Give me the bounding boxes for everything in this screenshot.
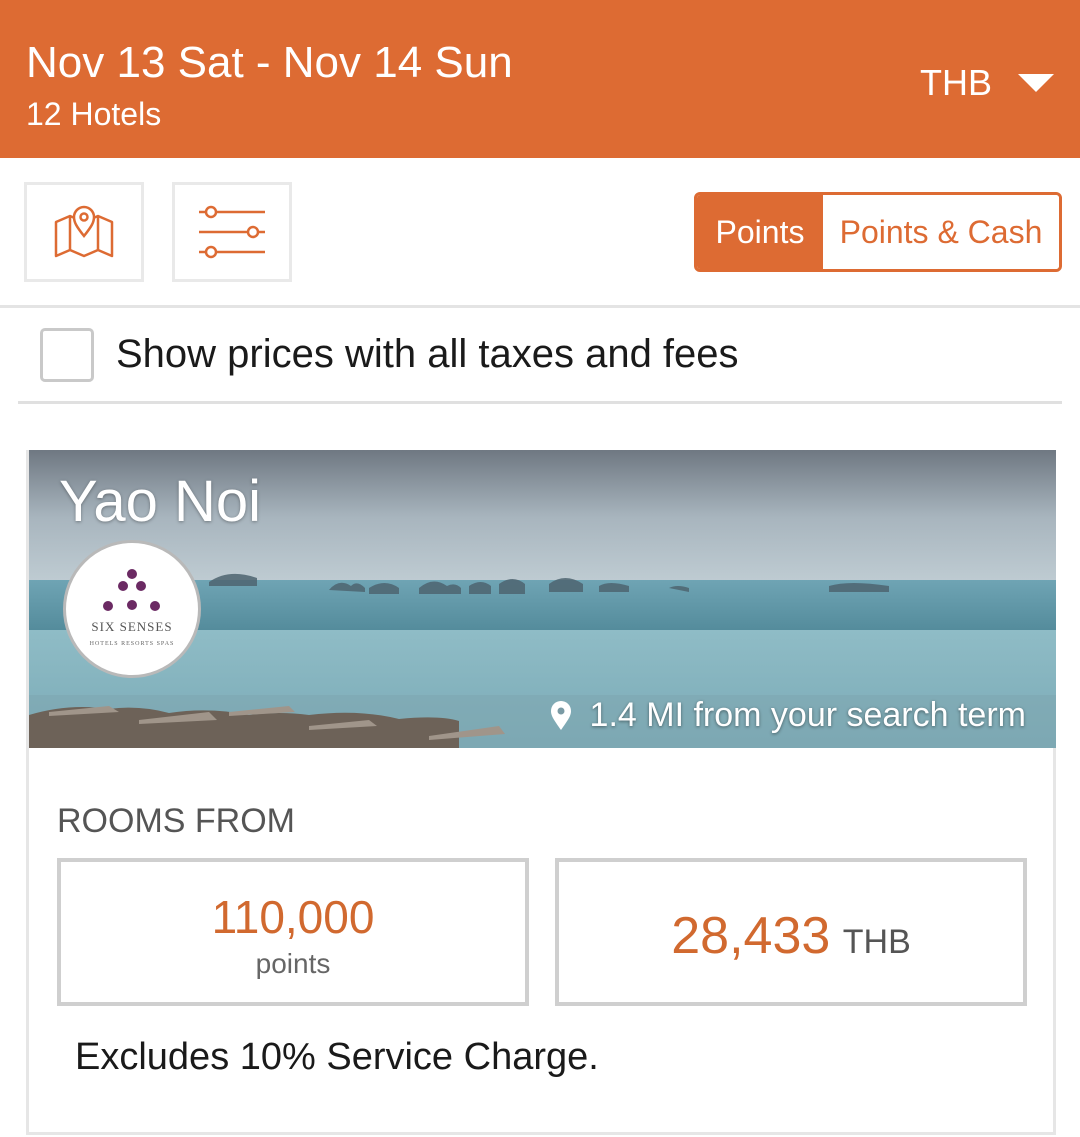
- cash-currency: THB: [842, 923, 911, 961]
- hotel-hero-image[interactable]: Yao Noi SIX SENSES HOTELS RESORTS SPAS 1…: [29, 450, 1056, 748]
- hotel-card[interactable]: Yao Noi SIX SENSES HOTELS RESORTS SPAS 1…: [26, 450, 1056, 1135]
- points-price-option[interactable]: 110,000 points: [57, 858, 529, 1006]
- hotel-brand-logo: SIX SENSES HOTELS RESORTS SPAS: [63, 540, 201, 678]
- currency-code: THB: [920, 62, 992, 103]
- tax-option-row: Show prices with all taxes and fees: [18, 308, 1062, 404]
- chevron-down-icon: [1018, 74, 1054, 92]
- location-pin-icon: [550, 700, 571, 730]
- cash-price-wrap: 28,433 THB: [559, 906, 1023, 966]
- tax-checkbox-label[interactable]: Show prices with all taxes and fees: [116, 332, 739, 377]
- service-charge-note: Excludes 10% Service Charge.: [75, 1036, 599, 1078]
- hotel-count: 12 Hotels: [26, 96, 162, 132]
- sliders-icon: [199, 205, 265, 259]
- brand-tagline: HOTELS RESORTS SPAS: [89, 641, 175, 647]
- brand-name: SIX SENSES: [91, 619, 173, 634]
- currency-selector[interactable]: THB: [920, 62, 1054, 104]
- hotel-distance: 1.4 MI from your search term: [550, 696, 1026, 735]
- results-toolbar: Points Points & Cash: [0, 158, 1080, 308]
- rooms-from-label: ROOMS FROM: [57, 802, 295, 840]
- hotel-name: Yao Noi: [59, 469, 262, 534]
- filter-button[interactable]: [172, 182, 292, 282]
- tax-checkbox[interactable]: [40, 328, 94, 382]
- cash-price-option[interactable]: 28,433 THB: [555, 858, 1027, 1006]
- search-header: Nov 13 Sat - Nov 14 Sun 12 Hotels THB: [0, 0, 1080, 158]
- map-pin-icon: [54, 205, 114, 258]
- points-cash-toggle-button[interactable]: Points & Cash: [823, 195, 1059, 269]
- distance-text: 1.4 MI from your search term: [589, 696, 1026, 734]
- price-mode-toggle: Points Points & Cash: [694, 192, 1062, 272]
- map-view-button[interactable]: [24, 182, 144, 282]
- brand-dots-icon: [103, 569, 160, 611]
- points-price: 110,000: [211, 891, 375, 943]
- points-unit: points: [255, 948, 331, 979]
- date-range[interactable]: Nov 13 Sat - Nov 14 Sun: [26, 38, 513, 88]
- cash-price: 28,433: [671, 907, 831, 965]
- points-toggle-button[interactable]: Points: [697, 195, 823, 269]
